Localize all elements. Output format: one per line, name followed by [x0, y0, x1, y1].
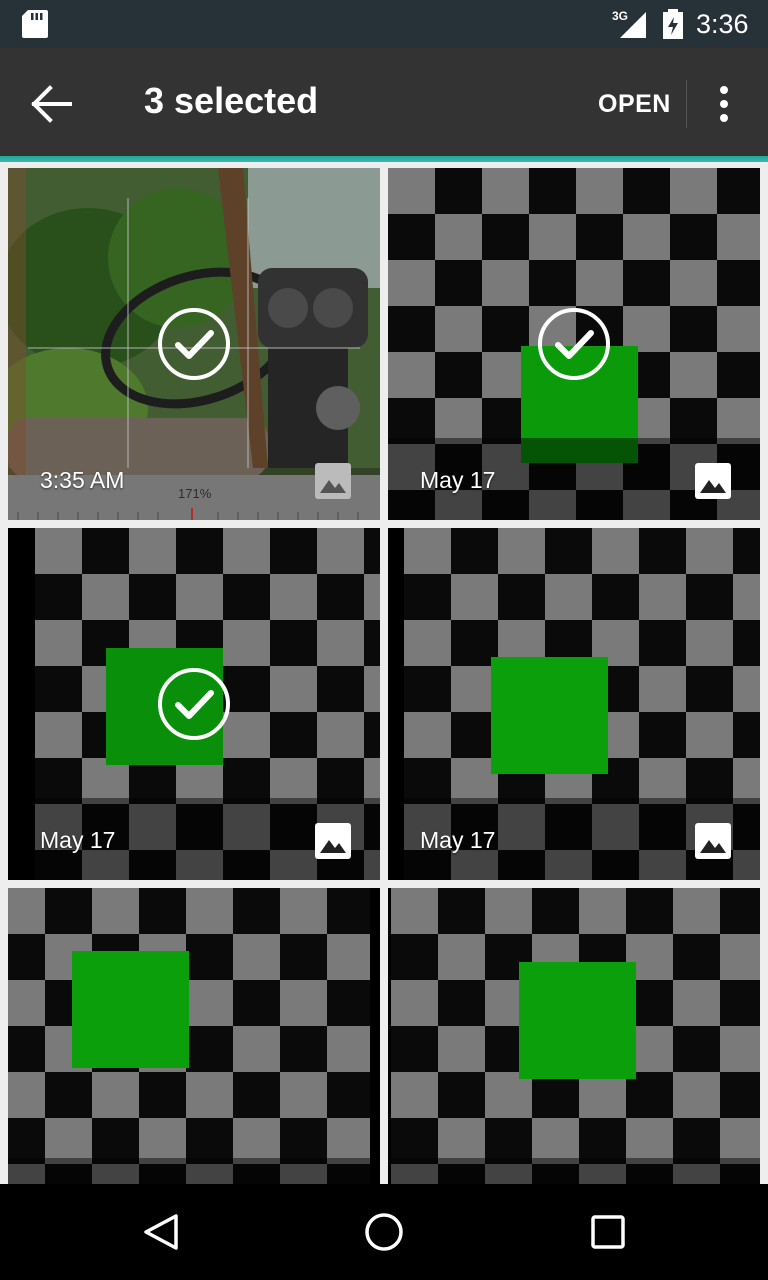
open-button[interactable]: OPEN: [598, 90, 671, 119]
sd-card-icon: [22, 10, 48, 38]
action-bar-accent-line: [0, 156, 768, 162]
photo-tile[interactable]: May 17: [388, 528, 760, 880]
selection-count-title: 3 selected: [144, 80, 319, 121]
back-arrow-icon[interactable]: [30, 84, 74, 124]
recents-nav-icon[interactable]: [580, 1208, 636, 1256]
image-type-icon: [695, 823, 731, 859]
back-nav-icon[interactable]: [132, 1208, 188, 1256]
photo-date: May 17: [420, 827, 496, 853]
network-label: 3G: [612, 9, 628, 23]
overflow-menu-icon[interactable]: [712, 84, 736, 124]
photo-date: 3:35 AM: [40, 467, 125, 493]
signal-3g-icon: 3G: [612, 9, 646, 38]
photo-tile[interactable]: May 17: [8, 528, 380, 880]
action-divider: [686, 80, 687, 128]
clock: 3:36: [696, 9, 749, 39]
navigation-bar: [0, 1184, 768, 1280]
image-type-icon: [315, 823, 351, 859]
selected-check-icon: [158, 668, 230, 740]
photo-date: May 17: [40, 827, 116, 853]
status-bar: 3G 3:36: [0, 0, 768, 48]
photo-tile[interactable]: May 17: [388, 168, 760, 520]
home-nav-icon[interactable]: [356, 1208, 412, 1256]
action-bar: 3 selected OPEN: [0, 48, 768, 156]
battery-icon: [663, 9, 683, 39]
selected-check-icon: [158, 308, 230, 380]
photo-date: May 17: [420, 467, 496, 493]
image-type-icon: [695, 463, 731, 499]
selected-check-icon: [538, 308, 610, 380]
photo-tile[interactable]: 171% 3:35 AM: [8, 168, 380, 520]
image-type-icon: [315, 463, 351, 499]
